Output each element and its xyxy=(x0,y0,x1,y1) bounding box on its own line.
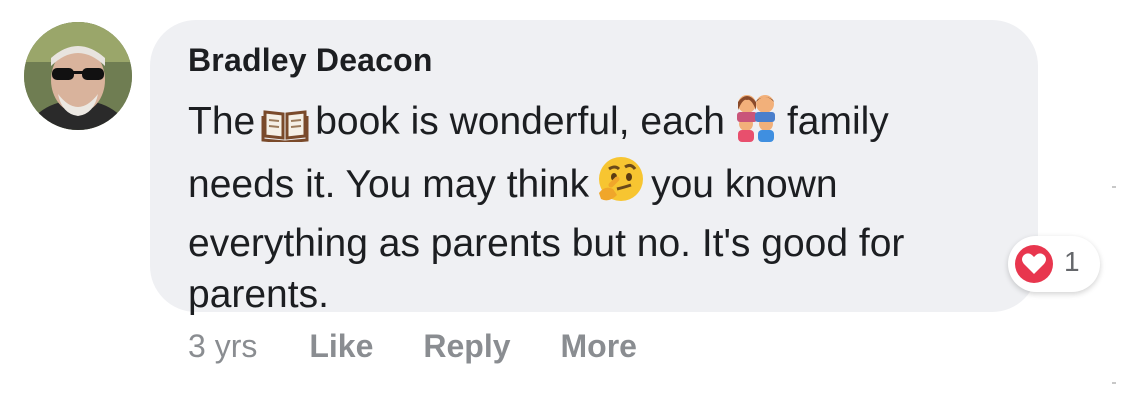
comment-text-part: needs it. You may think xyxy=(188,163,590,206)
open-book-icon xyxy=(261,104,309,155)
comment-text-part: everything as parents but no. It's good … xyxy=(188,222,905,265)
comment-actions: 3 yrs Like Reply More xyxy=(188,324,687,368)
divider-dot xyxy=(1112,382,1116,384)
divider-dot xyxy=(1112,186,1116,188)
comment-timestamp[interactable]: 3 yrs xyxy=(188,328,257,365)
comment-text-part: family xyxy=(786,100,889,143)
thinking-face-icon xyxy=(595,155,645,218)
comment-text-part: book is wonderful, each xyxy=(315,100,725,143)
comment-text-part: The xyxy=(188,100,256,143)
like-button[interactable]: Like xyxy=(309,328,373,365)
reaction-count: 1 xyxy=(1064,246,1080,277)
family-icon xyxy=(731,92,781,155)
more-button[interactable]: More xyxy=(561,328,637,365)
avatar[interactable] xyxy=(24,22,132,130)
comment-author[interactable]: Bradley Deacon xyxy=(188,42,433,79)
reply-button[interactable]: Reply xyxy=(423,328,510,365)
heart-reaction-icon xyxy=(1014,244,1054,284)
avatar-photo-icon xyxy=(24,22,132,130)
reaction-summary[interactable]: 1 xyxy=(1008,236,1100,292)
comment-text: The book is wonderful, each family needs it… xyxy=(188,92,1018,320)
comment-bubble: Bradley Deacon The book is wonderful, eac… xyxy=(150,20,1038,316)
comment-text-part: parents. xyxy=(188,273,329,316)
comment-text-part: you known xyxy=(651,163,838,206)
